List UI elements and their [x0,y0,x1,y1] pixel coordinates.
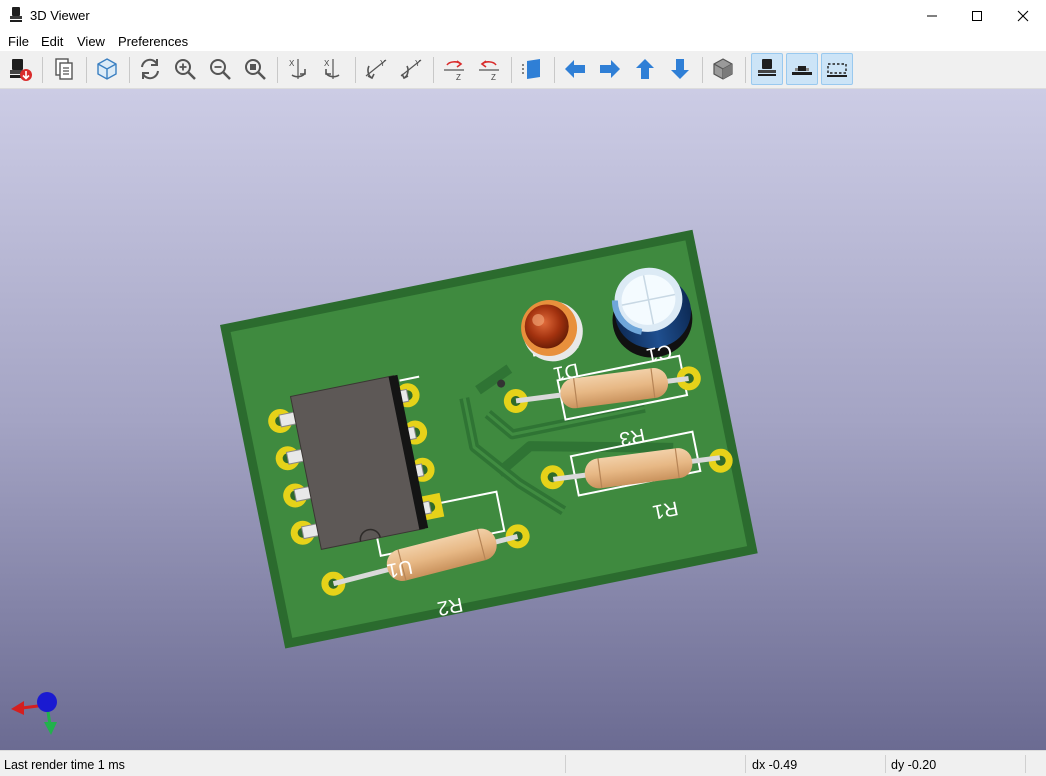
rotate-z-cw-button[interactable]: Z [438,53,470,85]
copy-clipboard-icon [55,58,73,80]
export-render-button[interactable] [4,53,36,85]
pan-up-icon [636,59,654,79]
pan-up-button[interactable] [629,53,661,85]
dy-status: dy -0.20 [891,758,937,772]
rotate-y-ccw-icon: Y [400,59,422,80]
reload-button[interactable] [134,53,166,85]
menu-file[interactable]: File [8,31,29,49]
rotate-z-ccw-button[interactable]: Z [473,53,505,85]
zoom-out-icon [210,59,231,80]
zoom-out-button[interactable] [204,53,236,85]
zoom-in-button[interactable] [169,53,201,85]
copy-clipboard-button[interactable] [48,53,80,85]
rotate-y-cw-icon: Y [365,59,387,80]
menu-preferences[interactable]: Preferences [118,31,188,49]
rotate-z-cw-icon: Z [444,60,464,82]
orthographic-icon [713,58,733,80]
show-tht-icon [758,59,776,76]
rotate-x-cw-icon: X [289,59,306,79]
flip-board-icon [522,59,540,79]
pan-right-button[interactable] [594,53,626,85]
flip-board-button[interactable] [516,53,548,85]
svg-text:Z: Z [456,73,461,82]
toolbar: X X Y Y Z Z [0,51,1046,89]
pan-left-icon [565,60,585,78]
dx-status: dx -0.49 [752,758,798,772]
rotate-z-ccw-icon: Z [479,60,499,82]
menu-edit[interactable]: Edit [41,31,63,49]
close-icon [1017,10,1029,21]
svg-text:Z: Z [491,73,496,82]
svg-text:X: X [289,59,295,68]
render-export-icon [10,59,32,81]
render-time-status: Last render time 1 ms [4,758,125,772]
toggle-smd-button[interactable] [786,53,818,85]
toggle-virtual-button[interactable] [821,53,853,85]
menu-view[interactable]: View [77,31,105,49]
reload-icon [141,58,159,80]
toggle-tht-button[interactable] [751,53,783,85]
menu-bar: File Edit View Preferences [0,31,1046,51]
pan-down-button[interactable] [664,53,696,85]
pan-right-icon [600,60,620,78]
pan-left-button[interactable] [559,53,591,85]
pan-down-icon [671,59,689,79]
rotate-x-cw-button[interactable]: X [282,53,314,85]
rotate-y-cw-button[interactable]: Y [360,53,392,85]
rotate-x-ccw-button[interactable]: X [317,53,349,85]
svg-text:X: X [324,59,330,68]
title-bar: 3D Viewer [0,0,1046,31]
pcb-render: U1 D1 C1 R3 R1 R2 [11,229,758,735]
show-virtual-icon [827,63,847,77]
minimize-icon [927,15,937,16]
maximize-icon [972,10,982,21]
raytrace-button[interactable] [91,53,123,85]
3d-viewport[interactable]: U1 D1 C1 R3 R1 R2 [0,89,1046,750]
minimize-button[interactable] [909,0,955,31]
rotate-x-ccw-icon: X [324,59,340,79]
raytrace-cube-icon [97,58,117,80]
app-icon [10,7,22,22]
show-smd-icon [792,66,812,75]
zoom-fit-icon [245,59,266,80]
rotate-y-ccw-button[interactable]: Y [395,53,427,85]
zoom-in-icon [175,59,196,80]
close-button[interactable] [1000,0,1046,31]
maximize-button[interactable] [954,0,1000,31]
status-bar: Last render time 1 ms dx -0.49 dy -0.20 [0,750,1046,776]
window-title: 3D Viewer [30,8,90,23]
zoom-fit-button[interactable] [239,53,271,85]
orthographic-button[interactable] [707,53,739,85]
axis-gizmo [11,692,57,735]
